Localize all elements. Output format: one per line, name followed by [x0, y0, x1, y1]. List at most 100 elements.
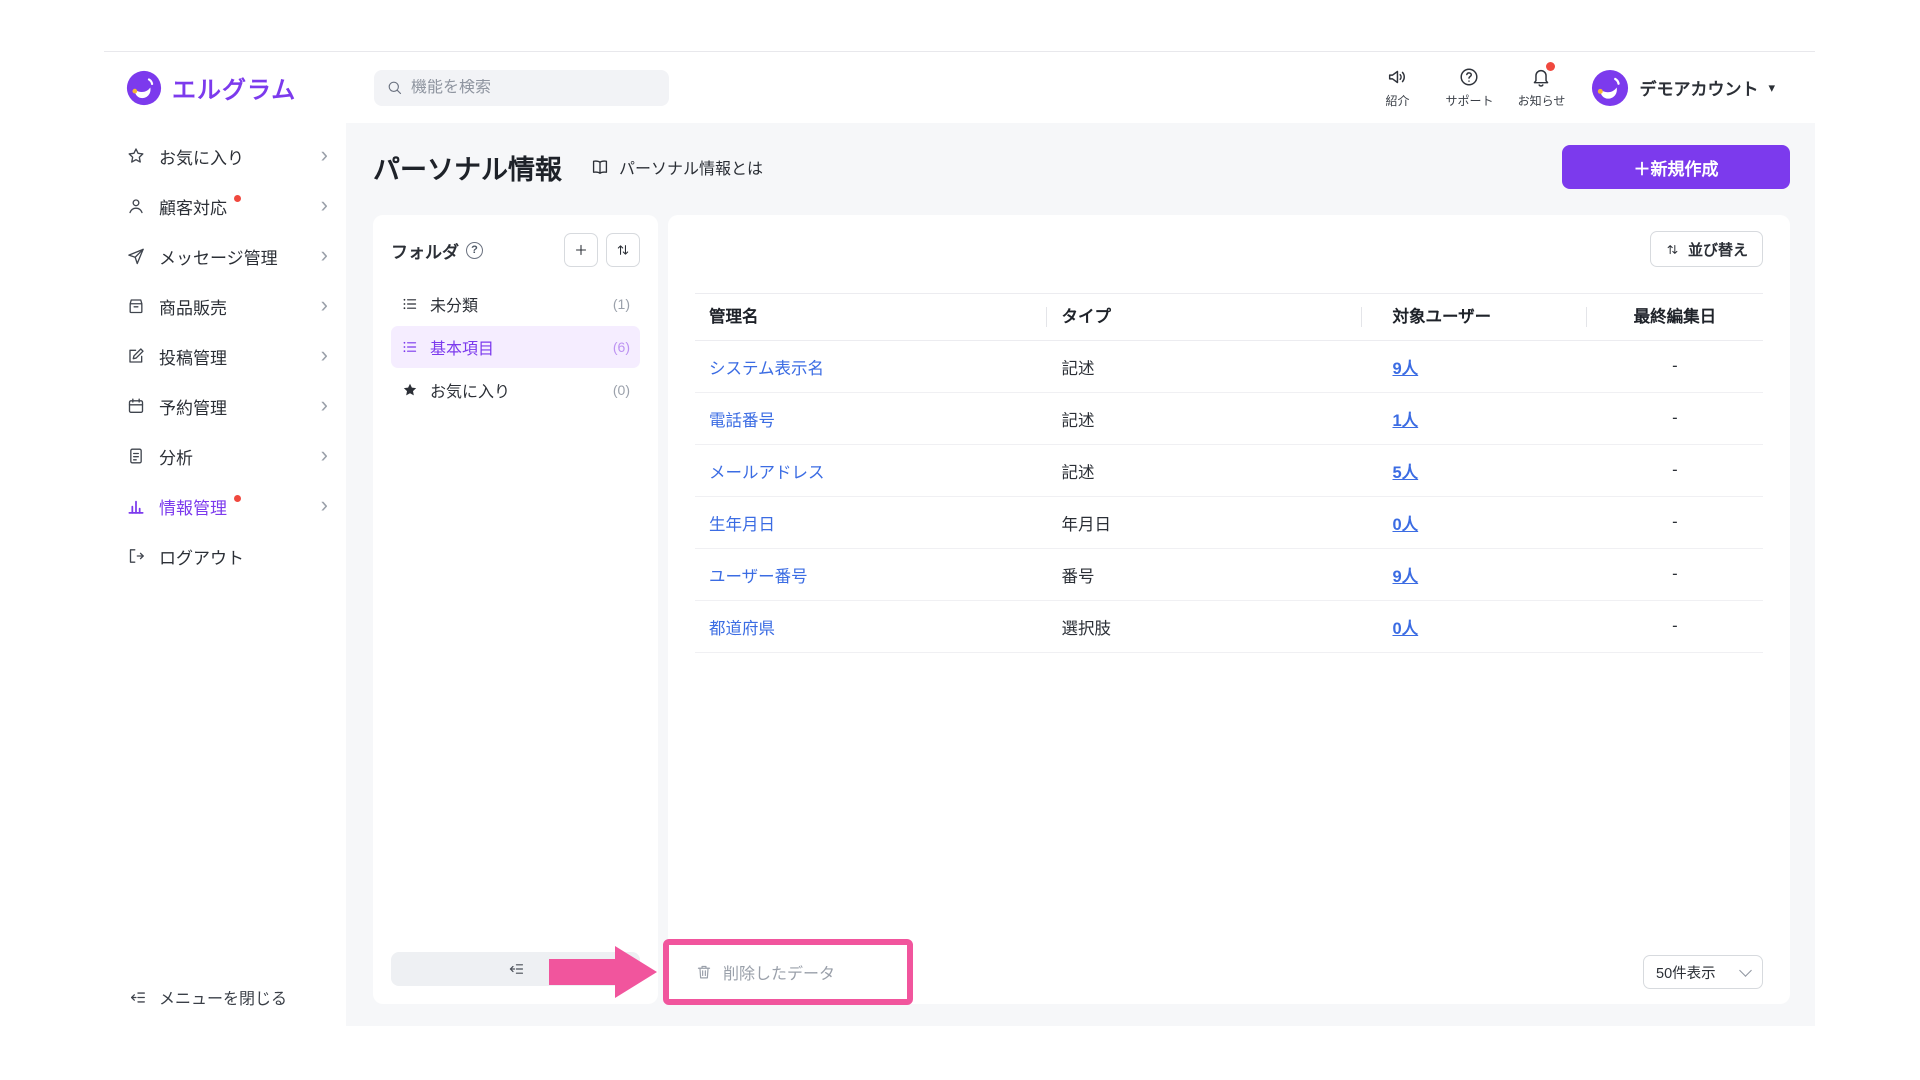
- brand-logo[interactable]: エルグラム: [104, 52, 346, 123]
- table-row: 電話番号 記述 1人 -: [695, 393, 1763, 445]
- add-folder-button[interactable]: [564, 233, 598, 267]
- account-name: デモアカウント: [1639, 75, 1758, 100]
- trash-icon: [695, 963, 713, 981]
- support-button[interactable]: サポート: [1441, 66, 1497, 109]
- topbar-actions: 紹介 サポート お知らせ: [1369, 66, 1569, 109]
- field-type: 記述: [1047, 459, 1362, 483]
- field-type: 記述: [1047, 407, 1362, 431]
- collapse-menu-icon: [128, 988, 147, 1007]
- folder-count: (0): [613, 382, 630, 398]
- star-icon: [126, 146, 146, 166]
- panels: フォルダ ?: [373, 215, 1790, 1004]
- sidebar-item-reservation-management[interactable]: 予約管理 ›: [104, 381, 346, 431]
- folder-item-basic-fields[interactable]: 基本項目 (6): [391, 326, 640, 368]
- field-type: 記述: [1047, 355, 1362, 379]
- caret-down-icon: ▾: [1768, 80, 1775, 96]
- page-size-value: 50件表示: [1656, 962, 1716, 983]
- action-label: 紹介: [1385, 92, 1409, 109]
- target-users-link[interactable]: 1人: [1392, 412, 1418, 430]
- create-new-button[interactable]: ＋新規作成: [1562, 145, 1790, 189]
- deleted-data-button[interactable]: 削除したデータ: [695, 960, 835, 984]
- column-header-type: タイプ: [1047, 307, 1362, 327]
- table-row: ユーザー番号 番号 9人 -: [695, 549, 1763, 601]
- search-input[interactable]: [411, 79, 657, 97]
- sidebar-item-label: 商品販売: [159, 294, 227, 319]
- last-edited: -: [1587, 617, 1763, 636]
- intro-button[interactable]: 紹介: [1369, 66, 1425, 109]
- brand-logo-icon: [126, 70, 162, 106]
- list-icon: [401, 338, 419, 356]
- page-header: パーソナル情報 パーソナル情報とは ＋新規作成: [373, 143, 1790, 191]
- send-icon: [126, 246, 146, 266]
- table-row: システム表示名 記述 9人 -: [695, 341, 1763, 393]
- target-users-link[interactable]: 9人: [1392, 568, 1418, 586]
- question-circle-icon: [1458, 66, 1480, 88]
- sidebar-item-favorites[interactable]: お気に入り ›: [104, 131, 346, 181]
- app-window: エルグラム お気に入り › 顧客対応 › メッセージ管理 › 商品販売: [104, 51, 1815, 1026]
- chevron-right-icon: ›: [321, 444, 328, 466]
- table-row: メールアドレス 記述 5人 -: [695, 445, 1763, 497]
- chevron-right-icon: ›: [321, 494, 328, 516]
- field-name-link[interactable]: ユーザー番号: [709, 568, 808, 586]
- sidebar: エルグラム お気に入り › 顧客対応 › メッセージ管理 › 商品販売: [104, 52, 346, 1026]
- edit-icon: [126, 346, 146, 366]
- folders-help-icon[interactable]: ?: [466, 242, 483, 259]
- last-edited: -: [1587, 357, 1763, 376]
- close-menu-button[interactable]: メニューを閉じる: [104, 968, 346, 1026]
- fields-panel: 並び替え 管理名 タイプ 対象ユーザー 最終編集日 システム表示名 記述: [668, 215, 1790, 1004]
- search-box[interactable]: [374, 70, 669, 106]
- sort-button[interactable]: 並び替え: [1650, 231, 1763, 267]
- field-name-link[interactable]: システム表示名: [709, 360, 824, 378]
- sidebar-item-post-management[interactable]: 投稿管理 ›: [104, 331, 346, 381]
- folder-item-favorites[interactable]: お気に入り (0): [391, 369, 640, 411]
- folder-label: 基本項目: [430, 335, 494, 359]
- account-avatar: [1591, 69, 1629, 107]
- target-users-link[interactable]: 0人: [1392, 620, 1418, 638]
- table-row: 都道府県 選択肢 0人 -: [695, 601, 1763, 653]
- list-icon: [401, 295, 419, 313]
- folder-label: お気に入り: [430, 378, 510, 402]
- folders-title: フォルダ: [391, 238, 459, 263]
- star-filled-icon: [401, 381, 419, 399]
- content-area: パーソナル情報 パーソナル情報とは ＋新規作成 フォルダ ?: [346, 123, 1815, 1026]
- sidebar-item-info-management[interactable]: 情報管理 ›: [104, 481, 346, 531]
- deleted-data-label: 削除したデータ: [723, 960, 835, 984]
- collapse-folders-button[interactable]: [391, 952, 640, 986]
- field-name-link[interactable]: 生年月日: [709, 516, 775, 534]
- folders-header: フォルダ ?: [391, 233, 640, 267]
- sidebar-item-product-sales[interactable]: 商品販売 ›: [104, 281, 346, 331]
- notification-badge-dot: [1546, 62, 1555, 71]
- target-users-link[interactable]: 5人: [1392, 464, 1418, 482]
- sidebar-item-label: 情報管理: [159, 494, 227, 519]
- field-name-link[interactable]: 都道府県: [709, 620, 775, 638]
- account-menu[interactable]: デモアカウント ▾: [1591, 69, 1775, 107]
- folders-panel: フォルダ ?: [373, 215, 658, 1004]
- sort-folders-button[interactable]: [606, 233, 640, 267]
- chevron-right-icon: ›: [321, 344, 328, 366]
- folder-count: (1): [613, 296, 630, 312]
- field-name-link[interactable]: 電話番号: [709, 412, 775, 430]
- sidebar-item-analytics[interactable]: 分析 ›: [104, 431, 346, 481]
- folder-item-uncategorized[interactable]: 未分類 (1): [391, 283, 640, 325]
- book-icon: [590, 157, 610, 177]
- help-link[interactable]: パーソナル情報とは: [590, 155, 763, 179]
- target-users-link[interactable]: 9人: [1392, 360, 1418, 378]
- page-title: パーソナル情報: [373, 148, 562, 187]
- sidebar-item-label: 分析: [159, 444, 193, 469]
- field-name-link[interactable]: メールアドレス: [709, 464, 825, 482]
- target-users-link[interactable]: 0人: [1392, 516, 1418, 534]
- sidebar-item-customer-support[interactable]: 顧客対応 ›: [104, 181, 346, 231]
- calendar-icon: [126, 396, 146, 416]
- sidebar-item-logout[interactable]: ログアウト: [104, 531, 346, 581]
- page-size-select[interactable]: 50件表示: [1643, 955, 1763, 989]
- sidebar-item-label: お気に入り: [159, 144, 244, 169]
- alert-dot: [234, 495, 241, 502]
- sort-button-label: 並び替え: [1688, 239, 1748, 260]
- chevron-right-icon: ›: [321, 244, 328, 266]
- table-row: 生年月日 年月日 0人 -: [695, 497, 1763, 549]
- sidebar-item-label: 予約管理: [159, 394, 227, 419]
- sidebar-item-message-management[interactable]: メッセージ管理 ›: [104, 231, 346, 281]
- last-edited: -: [1587, 409, 1763, 428]
- notifications-button[interactable]: お知らせ: [1513, 66, 1569, 109]
- chevron-right-icon: ›: [321, 194, 328, 216]
